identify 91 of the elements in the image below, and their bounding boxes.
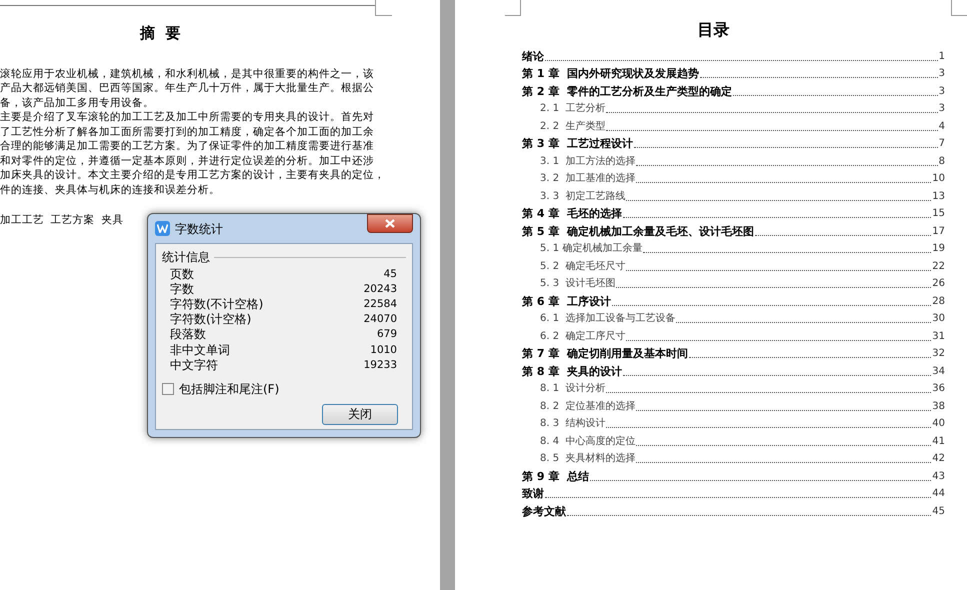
abstract-title: 摘 要 bbox=[140, 23, 180, 44]
toc-entry-title[interactable]: 第 1 章 国内外研究现状及发展趋势 bbox=[522, 67, 699, 81]
stat-label: 段落数 bbox=[170, 327, 206, 342]
toc-entry-title[interactable]: 8. 4 中心高度的定位 bbox=[540, 434, 636, 448]
toc-entry-title[interactable]: 第 2 章 零件的工艺分析及生产类型的确定 bbox=[522, 84, 732, 98]
toc-page-number: 36 bbox=[932, 382, 945, 396]
toc-entry-title[interactable]: 第 6 章 工序设计 bbox=[522, 294, 611, 308]
toc-entry-title[interactable]: 第 5 章 确定机械加工余量及毛坯、设计毛坯图 bbox=[522, 224, 754, 238]
stat-value: 24070 bbox=[364, 312, 397, 326]
stat-value: 19233 bbox=[364, 358, 397, 372]
stat-value: 679 bbox=[376, 327, 397, 342]
stat-value: 1010 bbox=[370, 342, 397, 357]
toc-page-number: 34 bbox=[932, 364, 945, 378]
crop-mark-icon bbox=[951, 0, 967, 16]
app-logo-icon bbox=[155, 221, 170, 236]
toc-page-number: 19 bbox=[932, 242, 945, 256]
toc-page-number: 26 bbox=[932, 277, 945, 291]
toc-entry-title[interactable]: 5. 2 确定毛坯尺寸 bbox=[540, 260, 626, 274]
toc-page-number: 22 bbox=[932, 260, 945, 274]
toc-page-number: 42 bbox=[932, 452, 945, 466]
close-icon bbox=[385, 219, 395, 228]
toc-entry-title[interactable]: 2. 1 工艺分析 bbox=[540, 102, 606, 116]
toc-entry-title[interactable]: 绪论 bbox=[522, 50, 544, 64]
stat-value: 45 bbox=[384, 266, 397, 281]
toc-entry-title[interactable]: 8. 5 夹具材料的选择 bbox=[540, 452, 636, 466]
toc-page-number: 7 bbox=[938, 137, 945, 151]
section-label: 统计信息 bbox=[162, 250, 210, 264]
stat-label: 中文字符 bbox=[170, 358, 218, 372]
toc-entry-title[interactable]: 第 9 章 总结 bbox=[522, 470, 589, 484]
toc-entry-title[interactable]: 8. 3 结构设计 bbox=[540, 417, 606, 431]
toc-entry-title[interactable]: 8. 1 设计分析 bbox=[540, 382, 606, 396]
abstract-text-line: 和对零件的定位，并遵循一定基本原则，并进行定位误差的分析。加工中还涉 bbox=[0, 154, 374, 168]
abstract-text-line: 合理的能够满足加工需要的工艺方案。为了保证零件的加工精度需要进行基准 bbox=[0, 139, 374, 154]
abstract-text-line: 产品大都远销美国、巴西等国家。年生产几十万件，属于大批量生产。根据公 bbox=[0, 81, 374, 96]
toc-entry-title[interactable]: 第 8 章 夹具的设计 bbox=[522, 364, 622, 378]
dialog-close-button[interactable]: 关闭 bbox=[322, 404, 398, 426]
abstract-text-line: 滚轮应用于农业机械，建筑机械，和水利机械，是其中很重要的构件之一，该 bbox=[0, 66, 374, 81]
stat-value: 22584 bbox=[364, 296, 397, 311]
toc-page-number: 31 bbox=[932, 330, 945, 344]
toc-page-number: 3 bbox=[938, 84, 945, 98]
toc-entry-title[interactable]: 第 4 章 毛坯的选择 bbox=[522, 207, 622, 221]
crop-mark-icon bbox=[505, 0, 521, 16]
toc-page-number: 28 bbox=[932, 294, 945, 308]
toc-page-number: 3 bbox=[938, 67, 945, 81]
toc-entry-title[interactable]: 3. 1 加工方法的选择 bbox=[540, 154, 636, 168]
dialog-title: 字数统计 bbox=[175, 220, 223, 238]
toc-page-number: 15 bbox=[932, 207, 945, 221]
toc-entry-title[interactable]: 5. 1 确定机械加工余量 bbox=[540, 242, 642, 256]
toc-entry-title[interactable]: 3. 2 加工基准的选择 bbox=[540, 172, 636, 186]
toc-page-number: 10 bbox=[932, 172, 945, 186]
stat-label: 字数 bbox=[170, 282, 194, 296]
crop-mark-icon bbox=[375, 0, 392, 16]
toc-entry-title[interactable]: 5. 3 设计毛坯图 bbox=[540, 277, 616, 291]
stat-label: 非中文单词 bbox=[170, 342, 230, 357]
checkbox[interactable] bbox=[162, 383, 174, 396]
toc-page-number: 41 bbox=[932, 434, 945, 448]
keywords-text: 加工工艺 工艺方案 夹具 bbox=[0, 213, 124, 228]
checkbox-label: 包括脚注和尾注(F) bbox=[179, 381, 280, 398]
toc-page-number: 3 bbox=[938, 102, 945, 116]
abstract-text-line: 了工艺性分析了解各加工面所需要打到的加工精度，确定各个加工面的加工余 bbox=[0, 124, 374, 139]
toc-entry-title[interactable]: 第 7 章 确定切削用量及基本时间 bbox=[522, 347, 688, 361]
toc-page-number: 17 bbox=[932, 224, 945, 238]
toc-entry-title[interactable]: 参考文献 bbox=[522, 504, 566, 518]
toc-entry-title[interactable]: 2. 2 生产类型 bbox=[540, 120, 606, 134]
toc-entry-title[interactable]: 第 3 章 工艺过程设计 bbox=[522, 137, 633, 151]
stat-label: 字符数(计空格) bbox=[170, 312, 252, 326]
toc-entry-title[interactable]: 8. 2 定位基准的选择 bbox=[540, 400, 636, 414]
abstract-text-line: 备，该产品加工多用专用设备。 bbox=[0, 96, 154, 110]
toc-page-number: 30 bbox=[932, 312, 945, 326]
toc-page-number: 38 bbox=[932, 400, 945, 414]
toc-page-number: 32 bbox=[932, 347, 945, 361]
toc-entry-title[interactable]: 6. 2 确定工序尺寸 bbox=[540, 330, 626, 344]
toc-page-number: 4 bbox=[938, 120, 945, 134]
toc-page-number: 45 bbox=[932, 504, 945, 518]
toc-entry-title[interactable]: 3. 3 初定工艺路线 bbox=[540, 190, 626, 204]
toc-page-number: 8 bbox=[938, 154, 945, 168]
close-button[interactable] bbox=[367, 214, 413, 233]
toc-entry-title[interactable]: 6. 1 选择加工设备与工艺设备 bbox=[540, 312, 676, 326]
toc-page-number: 44 bbox=[932, 487, 945, 501]
toc-title: 目录 bbox=[698, 19, 730, 41]
stat-label: 字符数(不计空格) bbox=[170, 296, 264, 311]
stat-label: 页数 bbox=[170, 266, 194, 281]
abstract-text-line: 主要是介绍了叉车滚轮的加工工艺及加工中所需要的专用夹具的设计。首先对 bbox=[0, 110, 374, 124]
toc-page-number: 13 bbox=[932, 190, 945, 204]
toc-page-number: 43 bbox=[932, 470, 945, 484]
abstract-text-line: 加床夹具的设计。本文主要介绍的是专用工艺方案的设计，主要有夹具的定位， bbox=[0, 168, 385, 182]
toc-entry-title[interactable]: 致谢 bbox=[522, 487, 544, 501]
toc-page-number: 40 bbox=[932, 417, 945, 431]
abstract-text-line: 件的连接、夹具体与机床的连接和误差分析。 bbox=[0, 182, 220, 197]
stat-value: 20243 bbox=[364, 282, 397, 296]
toc-page-number: 1 bbox=[938, 50, 945, 64]
